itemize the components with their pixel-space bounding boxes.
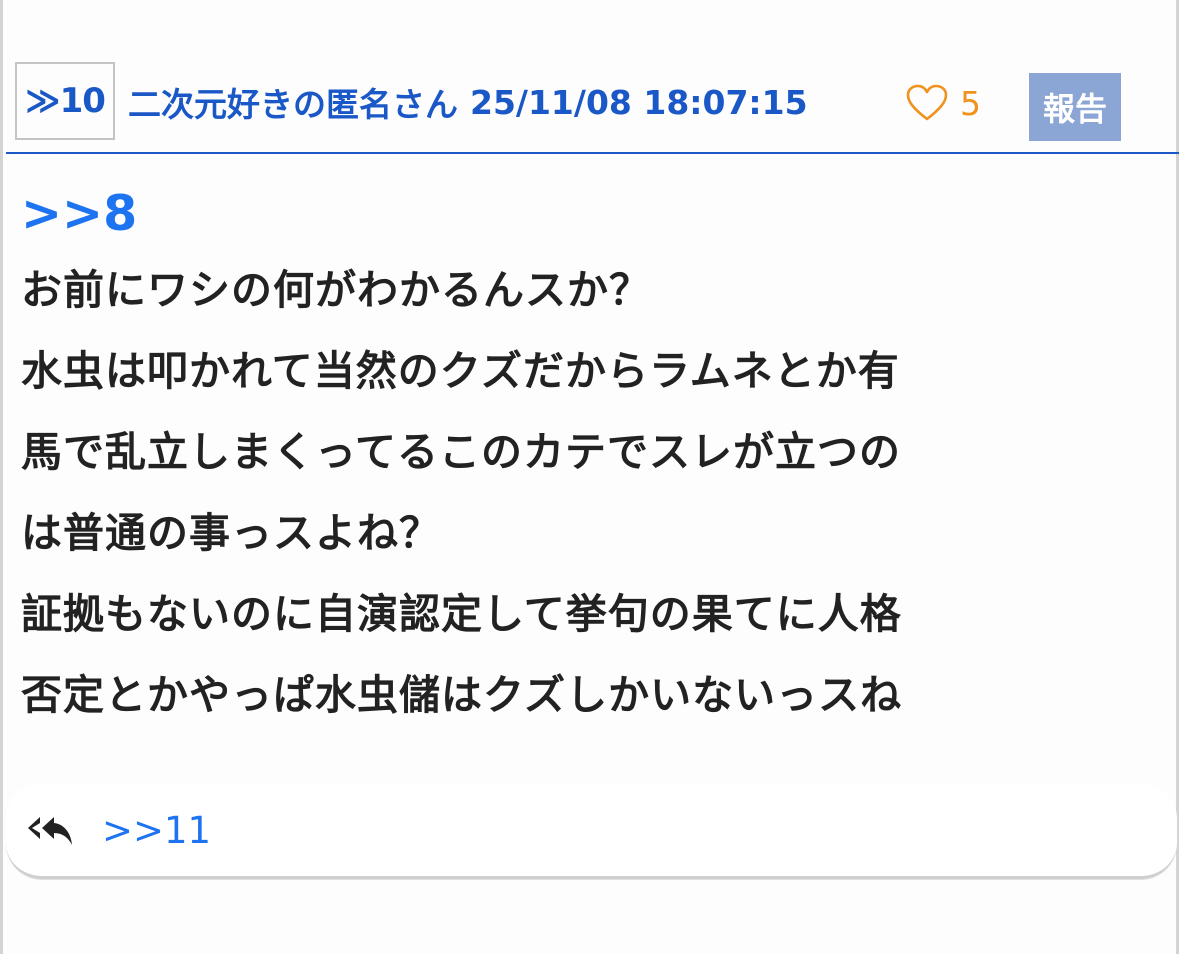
- replies-card: >>11: [6, 783, 1177, 879]
- heart-icon: [906, 84, 948, 121]
- post-body-line: 否定とかやっぱ水虫儲はクズしかいないっスね: [21, 671, 903, 719]
- post-number-button[interactable]: ≫10: [15, 62, 115, 140]
- post-body: >>8 お前にワシの何がわかるんスか？ 水虫は叩かれて当然のクズだからラムネとか…: [21, 178, 1166, 736]
- post-header: ≫10 二次元好きの匿名さん 25/11/08 18:07:15 5 報告: [6, 58, 1179, 154]
- post-body-line: 証拠もないのに自演認定して挙句の果てに人格: [21, 590, 902, 638]
- report-button[interactable]: 報告: [1029, 73, 1121, 141]
- post-meta: 二次元好きの匿名さん 25/11/08 18:07:15: [128, 77, 808, 127]
- post-body-line: 水虫は叩かれて当然のクズだからラムネとか有: [21, 347, 900, 395]
- page-frame: ≫10 二次元好きの匿名さん 25/11/08 18:07:15 5 報告 >>…: [0, 0, 1179, 954]
- reply-anchor-link[interactable]: >>8: [21, 178, 1166, 250]
- reply-all-icon[interactable]: [26, 813, 74, 849]
- author-name: 二次元好きの匿名さん: [128, 85, 458, 124]
- like-button[interactable]: 5: [906, 78, 981, 128]
- like-count: 5: [960, 83, 981, 123]
- post-datetime: 25/11/08 18:07:15: [470, 82, 808, 122]
- post-body-line: は普通の事っスよね？: [21, 509, 441, 557]
- post-body-line: 馬で乱立しまくってるこのカテでスレが立つの: [21, 428, 901, 476]
- post-body-line: お前にワシの何がわかるんスか？: [21, 266, 651, 314]
- reply-link[interactable]: >>11: [102, 807, 211, 855]
